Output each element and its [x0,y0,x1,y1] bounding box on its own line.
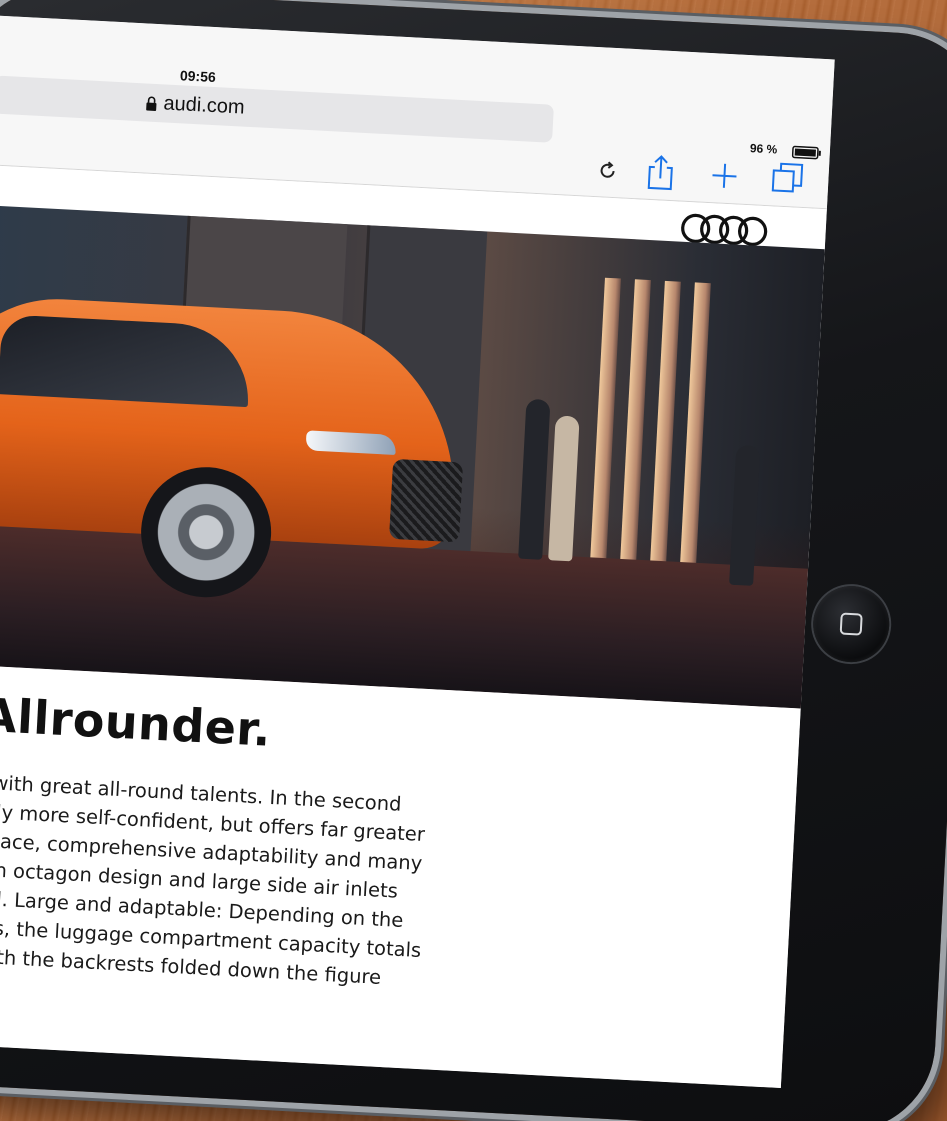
lit-pillar [679,282,711,573]
lit-pillar [619,279,651,570]
battery-icon [791,145,821,160]
lit-pillar [589,277,621,569]
url-text[interactable]: audi.com [163,92,245,119]
reload-icon[interactable] [596,159,619,182]
person-figure [729,444,761,586]
tablet-device: 09:56 audi.com 96 % Allrounder. with gre… [0,0,947,1121]
share-icon[interactable] [645,154,677,192]
person-figure [518,398,551,560]
status-time: 09:56 [179,67,217,86]
hero-image [0,205,825,709]
lit-pillar [649,280,681,572]
add-tab-icon[interactable] [710,161,739,190]
battery-percentage: 96 % [749,141,778,157]
tablet-screen: 09:56 audi.com 96 % Allrounder. with gre… [0,15,835,1089]
tabs-overview-icon[interactable] [770,160,806,196]
car-grille [389,458,464,543]
article-body: ily SUV with great all-round talents. In… [0,764,478,996]
home-square-icon [839,612,863,636]
article-section: Allrounder. ily SUV with great all-round… [0,664,801,1089]
lock-icon [146,96,157,111]
home-button[interactable] [811,584,892,665]
person-figure [548,415,580,562]
article-title: Allrounder. [0,687,273,757]
